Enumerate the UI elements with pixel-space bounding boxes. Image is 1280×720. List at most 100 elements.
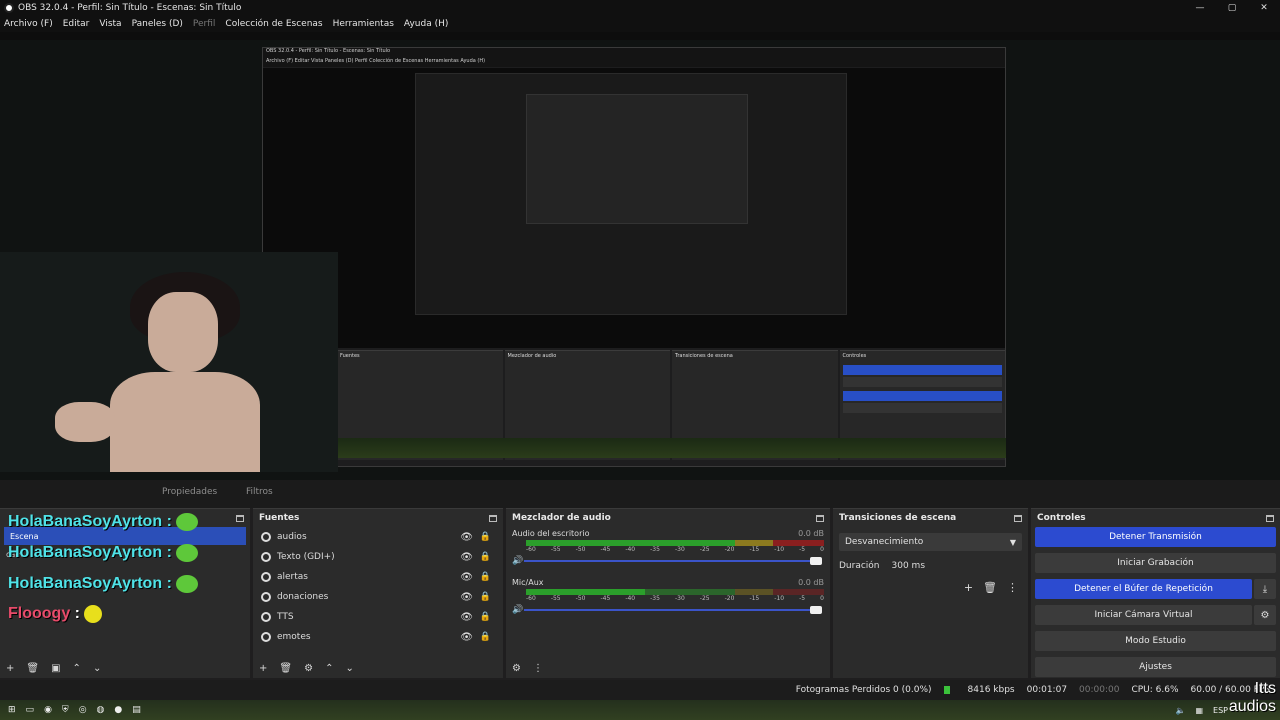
add-scene-icon[interactable]: +	[6, 663, 14, 674]
start-menu-icon[interactable]: ⊞	[8, 705, 16, 715]
source-item[interactable]: TTS 👁 🔒	[253, 607, 503, 627]
tab-properties[interactable]: Propiedades	[162, 487, 217, 497]
remove-source-icon[interactable]: 🗑	[279, 663, 292, 674]
volume-slider-handle[interactable]	[810, 557, 822, 565]
move-down-icon[interactable]: ⌄	[345, 663, 353, 674]
volume-meter	[526, 589, 824, 595]
webcam-feed	[0, 252, 338, 472]
source-properties-icon[interactable]: ⚙	[304, 663, 313, 674]
transition-menu-icon[interactable]: ⋮	[1007, 581, 1018, 594]
transitions-dock: Transiciones de escena Desvanecimiento ▼ …	[833, 508, 1028, 678]
move-up-icon[interactable]: ⌃	[73, 663, 81, 674]
save-replay-icon[interactable]: ⤓	[1254, 579, 1276, 599]
menu-paneles[interactable]: Paneles (D)	[132, 19, 183, 29]
settings-button[interactable]: Ajustes	[1035, 657, 1276, 677]
visibility-icon[interactable]: 👁	[460, 612, 473, 623]
nested-panel-title: Mezclador de audio	[507, 353, 557, 359]
stop-replay-buffer-button[interactable]: Detener el Búfer de Repetición	[1035, 579, 1252, 599]
visibility-icon[interactable]: 👁	[460, 592, 473, 603]
audio-source-icon	[261, 532, 271, 542]
browser-icon[interactable]: ◉	[44, 705, 52, 715]
grass-background	[338, 438, 1006, 458]
volume-slider[interactable]	[524, 606, 822, 614]
track-db: 0.0 dB	[798, 578, 824, 587]
undock-icon[interactable]	[236, 514, 244, 522]
minimize-button[interactable]: —	[1184, 0, 1216, 16]
visibility-icon[interactable]: 👁	[460, 632, 473, 643]
undock-icon[interactable]	[1266, 514, 1274, 522]
track-name: Mic/Aux	[512, 578, 544, 587]
shield-icon[interactable]: ⛨	[62, 705, 69, 715]
track-name: Audio del escritorio	[512, 529, 590, 538]
obs-logo-icon	[4, 3, 14, 13]
menu-editar[interactable]: Editar	[63, 19, 90, 29]
menu-vista[interactable]: Vista	[99, 19, 121, 29]
add-transition-icon[interactable]: +	[964, 581, 973, 594]
lock-icon[interactable]: 🔒	[480, 572, 491, 582]
source-label: emotes	[277, 632, 311, 642]
chat-separator: :	[166, 544, 172, 562]
nested-stop-stream-button	[842, 365, 1002, 375]
nested-title: OBS 32.0.4 - Perfil: Sin Título - Escena…	[263, 48, 1005, 58]
speaker-icon[interactable]: 🔊	[512, 605, 524, 615]
lock-icon[interactable]: 🔒	[480, 532, 491, 542]
volume-tray-icon[interactable]: 🔈	[1176, 706, 1186, 715]
start-recording-button[interactable]: Iniciar Grabación	[1035, 553, 1276, 573]
undock-icon[interactable]	[489, 514, 497, 522]
bitrate: 8416 kbps	[967, 685, 1015, 695]
stop-stream-button[interactable]: Detener Transmisión	[1035, 527, 1276, 547]
start-virtual-camera-button[interactable]: Iniciar Cámara Virtual	[1035, 605, 1252, 625]
obs-taskbar-icon[interactable]: ◎	[79, 705, 87, 715]
language-indicator[interactable]: ESP	[1213, 706, 1228, 715]
studio-mode-button[interactable]: Modo Estudio	[1035, 631, 1276, 651]
source-item[interactable]: Texto (GDI+) 👁 🔒	[253, 547, 503, 567]
lock-icon[interactable]: 🔒	[480, 592, 491, 602]
lock-icon[interactable]: 🔒	[480, 632, 491, 642]
transition-select[interactable]: Desvanecimiento ▼	[839, 533, 1022, 551]
mixer-menu-icon[interactable]: ⋮	[533, 663, 543, 674]
remove-scene-icon[interactable]: 🗑	[26, 663, 39, 674]
speaker-icon[interactable]: 🔊	[512, 556, 524, 566]
spotify-icon[interactable]: ●	[114, 705, 122, 715]
remove-transition-icon[interactable]: 🗑	[983, 581, 997, 594]
terminal-icon[interactable]: ▤	[132, 705, 141, 715]
network-tray-icon[interactable]: ▦	[1195, 706, 1203, 715]
tab-filters[interactable]: Filtros	[246, 487, 273, 497]
volume-slider-handle[interactable]	[810, 606, 822, 614]
scene-filters-icon[interactable]: ▣	[51, 663, 60, 674]
transition-selected: Desvanecimiento	[845, 537, 924, 547]
lock-icon[interactable]: 🔒	[480, 612, 491, 622]
source-item[interactable]: audios 👁 🔒	[253, 527, 503, 547]
maximize-button[interactable]: ▢	[1216, 0, 1248, 16]
duration-spinbox[interactable]: 300 ms	[887, 557, 1022, 575]
app-icon[interactable]: ◍	[97, 705, 105, 715]
source-item[interactable]: alertas 👁 🔒	[253, 567, 503, 587]
source-item[interactable]: donaciones 👁 🔒	[253, 587, 503, 607]
virtual-camera-settings-icon[interactable]: ⚙	[1254, 605, 1276, 625]
visibility-icon[interactable]: 👁	[460, 572, 473, 583]
chat-username: HolaBanaSoyAyrton	[8, 513, 163, 531]
source-item[interactable]: emotes 👁 🔒	[253, 627, 503, 647]
visibility-icon[interactable]: 👁	[460, 552, 473, 563]
volume-slider[interactable]	[524, 557, 822, 565]
close-button[interactable]: ✕	[1248, 0, 1280, 16]
visibility-icon[interactable]: 👁	[460, 532, 473, 543]
chevron-down-icon: ▼	[1009, 537, 1016, 547]
move-up-icon[interactable]: ⌃	[325, 663, 333, 674]
sources-dock: Fuentes audios 👁 🔒 Texto (GDI+) 👁 🔒 alertas 👁…	[253, 508, 503, 678]
program-preview[interactable]: OBS 32.0.4 - Perfil: Sin Título - Escena…	[0, 32, 1280, 480]
move-down-icon[interactable]: ⌄	[93, 663, 101, 674]
advanced-audio-icon[interactable]: ⚙	[512, 663, 521, 674]
menu-coleccion-escenas[interactable]: Colección de Escenas	[225, 19, 322, 29]
add-source-icon[interactable]: +	[259, 663, 267, 674]
menu-ayuda[interactable]: Ayuda (H)	[404, 19, 448, 29]
undock-icon[interactable]	[816, 514, 824, 522]
menu-archivo[interactable]: Archivo (F)	[4, 19, 53, 29]
menu-perfil[interactable]: Perfil	[193, 19, 216, 29]
mixer-dock-header: Mezclador de audio	[506, 509, 830, 527]
file-explorer-icon[interactable]: ▭	[26, 705, 35, 715]
undock-icon[interactable]	[1014, 514, 1022, 522]
lock-icon[interactable]: 🔒	[480, 552, 491, 562]
chat-username: HolaBanaSoyAyrton	[8, 575, 163, 593]
menu-herramientas[interactable]: Herramientas	[333, 19, 394, 29]
